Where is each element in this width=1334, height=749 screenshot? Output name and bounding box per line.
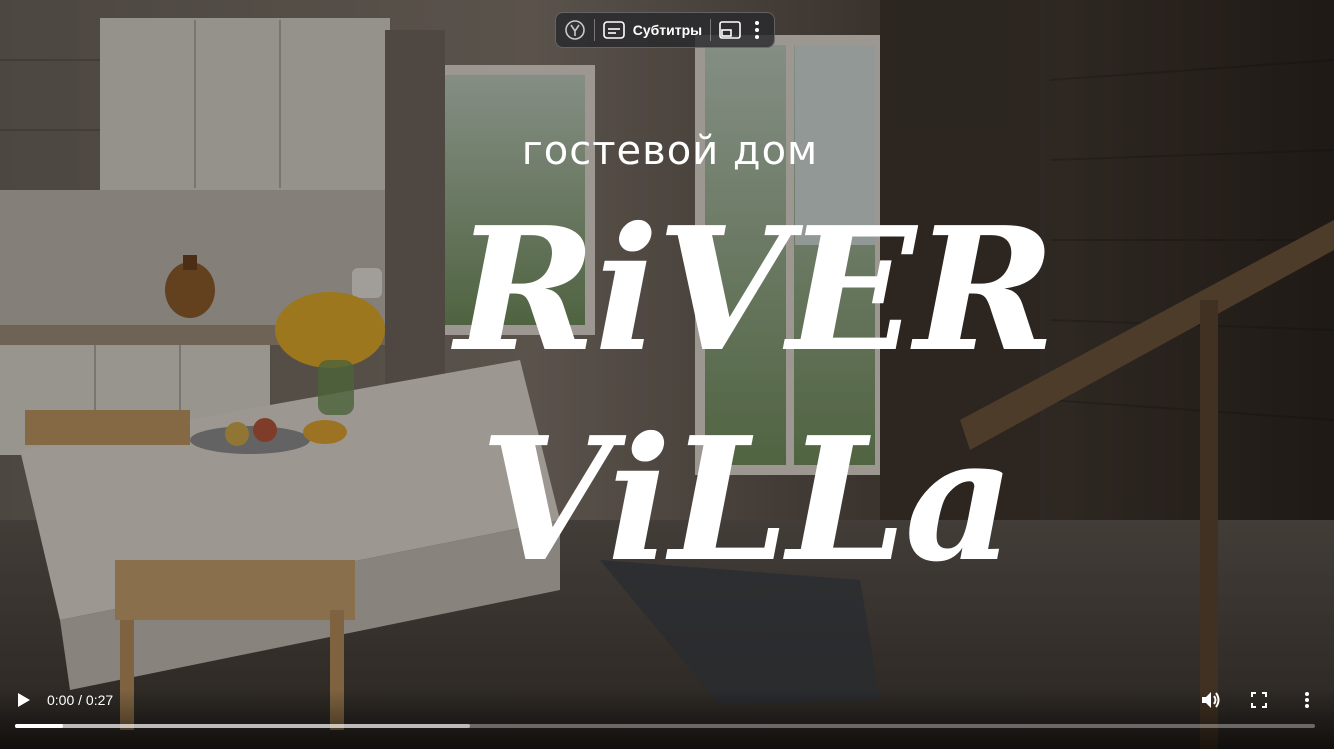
time-display: 0:00 / 0:27 [47, 692, 114, 708]
fullscreen-icon [1251, 692, 1267, 708]
overlay-subtitle: гостевой дом [521, 128, 819, 174]
subtitles-icon[interactable] [602, 18, 625, 42]
volume-button[interactable] [1199, 688, 1223, 712]
fullscreen-button[interactable] [1247, 688, 1271, 712]
video-toolbar: Субтитры [555, 12, 775, 48]
more-vertical-icon[interactable] [749, 18, 766, 42]
progress-played [15, 724, 64, 728]
options-button[interactable] [1295, 688, 1319, 712]
logo-line-1: RiVER [455, 190, 1056, 390]
progress-bar[interactable] [15, 724, 1315, 728]
yandex-logo-icon[interactable] [564, 18, 586, 42]
subtitles-button[interactable]: Субтитры [633, 22, 702, 38]
video-player[interactable]: гостевой дом RiVER ViLLa Субтитры 0:00 /… [0, 0, 1334, 749]
toolbar-divider [594, 19, 595, 41]
logo-line-2: ViLLa [480, 400, 1015, 600]
volume-icon [1202, 692, 1220, 708]
picture-in-picture-icon[interactable] [719, 18, 741, 42]
toolbar-divider [710, 19, 711, 41]
play-icon [18, 693, 30, 707]
progress-buffered [15, 724, 470, 728]
more-vertical-icon [1305, 692, 1309, 708]
play-button[interactable] [12, 688, 36, 712]
controls-gradient [0, 689, 1334, 749]
